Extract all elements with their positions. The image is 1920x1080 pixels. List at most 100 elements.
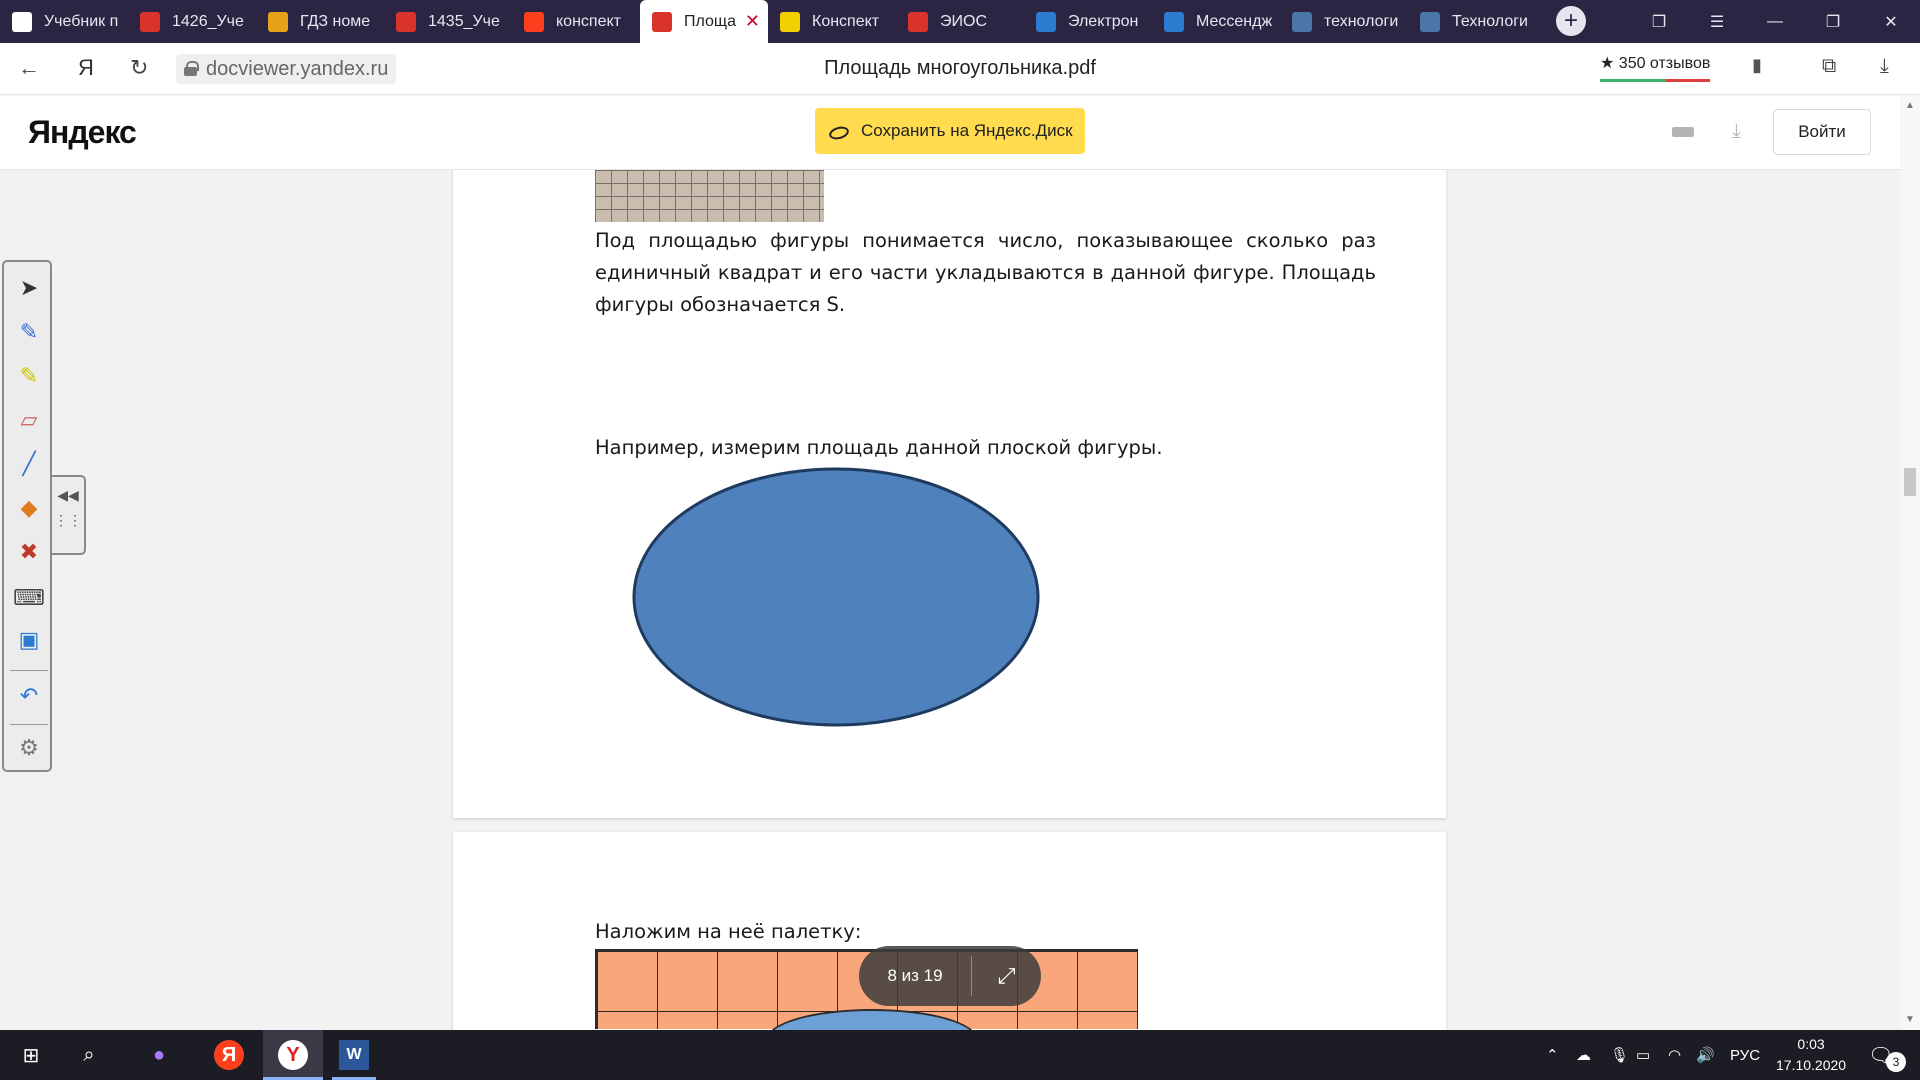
vk-icon [1420,11,1440,32]
collapse-icon[interactable]: ◀◀ [52,487,84,504]
battery-icon[interactable]: ▭ [1636,1030,1650,1080]
cloud-icon[interactable]: ☁ [1576,1030,1591,1080]
browser-tab[interactable]: 1435_Уче [384,0,512,43]
search-icon[interactable]: ⌕ [74,1040,104,1070]
tab-title: Учебник п [44,12,119,30]
reload-icon[interactable]: ↻ [130,55,148,81]
url-field[interactable]: docviewer.yandex.ru [176,54,397,84]
save-to-disk-button[interactable]: Сохранить на Яндекс.Диск [815,108,1085,154]
browser-tab[interactable]: Площа ✕ [640,0,768,43]
browser-tab[interactable]: конспект [512,0,640,43]
collections-icon[interactable]: ❐ [1630,0,1688,43]
browser-tab[interactable]: 1426_Уче [128,0,256,43]
windows-start-icon[interactable]: ⊞ [16,1040,46,1070]
new-tab-button[interactable]: + [1556,6,1586,36]
menu-icon[interactable]: ☰ [1688,0,1746,43]
taskbar-browser-active[interactable]: Y [263,1030,323,1080]
settings-icon[interactable]: ⚙ [15,734,43,762]
tab-title: конспект [556,12,621,30]
browser-tab[interactable]: Учебник п [0,0,128,43]
word-icon[interactable]: W [339,1040,369,1070]
tab-title: Технологи [1452,12,1528,30]
blue-ellipse-figure [632,467,1040,727]
paragraph-example: Например, измерим площадь данной плоской… [595,436,1163,459]
lock-icon [184,61,199,76]
notes-icon[interactable]: ▣ [15,626,43,654]
t-circle-icon [1036,11,1056,32]
pointer-icon[interactable]: ➤ [15,274,43,302]
tab-title: ЭИОС [940,12,987,30]
pdf-outline-icon [652,11,672,32]
annotation-toolbar: ➤ ✎ ✎ ▱ ╱ ◆ ✖ ⌨ ▣ ↶ ⚙ [2,260,52,772]
tab-title: Площа [684,12,736,30]
browser-tab[interactable]: Технологи [1408,0,1536,43]
yandex-icon [524,11,544,32]
undo-icon[interactable]: ↶ [15,682,43,710]
address-bar: ← Я ↻ docviewer.yandex.ru Площадь многоу… [0,43,1920,95]
scroll-thumb[interactable] [1904,468,1916,496]
scroll-up-arrow[interactable]: ▲ [1905,100,1915,111]
pen-icon[interactable]: ✎ [15,318,43,346]
microphone-icon[interactable]: 🎙 [1610,1030,1629,1080]
minimize-button[interactable]: — [1746,0,1804,43]
wifi-icon[interactable]: ◠ [1668,1030,1681,1080]
yandex-app-icon[interactable]: Я [214,1040,244,1070]
annotation-toolbar-handle[interactable]: ◀◀ ⋮⋮ [52,475,86,555]
close-window-button[interactable]: ✕ [1862,0,1920,43]
page-indicator: 8 из 19 ⤢ [859,946,1041,1006]
reviews-badge[interactable]: ★ 350 отзывов [1600,53,1711,82]
downloads-icon[interactable]: ⤓ [1880,55,1889,78]
yandex-home-icon[interactable]: Я [78,55,94,81]
drag-grip-icon[interactable]: ⋮⋮ [52,512,84,529]
browser-tab[interactable]: Электрон [1024,0,1152,43]
clear-icon[interactable]: ✖ [15,538,43,566]
clock-time: 0:03 [1797,1036,1825,1052]
close-tab-icon[interactable]: ✕ [745,11,760,32]
tab-title: ГДЗ номе [300,12,371,30]
tray-chevron-icon[interactable]: ⌃ [1546,1030,1559,1080]
logo-text: Яндекс [28,114,137,150]
extensions-icon[interactable]: ⧉ [1822,55,1836,78]
figure-under-palette [767,1009,977,1030]
toolbar-divider [10,724,48,725]
tab-strip: Учебник п 1426_Уче ГДЗ номе 1435_Уче конспек… [0,0,1920,43]
volume-icon[interactable]: 🔊 [1696,1030,1715,1080]
tab-title: Мессендж [1196,12,1272,30]
browser-tab[interactable]: ЭИОС [896,0,1024,43]
scroll-down-arrow[interactable]: ▼ [1905,1014,1915,1025]
restore-button[interactable]: ❐ [1804,0,1862,43]
clock[interactable]: 0:03 17.10.2020 [1776,1034,1846,1076]
print-icon[interactable] [1672,122,1694,144]
save-button-label: Сохранить на Яндекс.Диск [861,121,1073,140]
paragraph-palette: Наложим на неё палетку: [595,920,862,943]
tab-title: технологи [1324,12,1399,30]
chat-icon [1164,11,1184,32]
disk-icon [829,125,851,137]
yandex-browser-icon: Y [278,1040,308,1070]
document-viewport[interactable]: Под площадью фигуры понимается число, по… [0,170,1900,1030]
alice-icon[interactable]: ● [144,1040,174,1070]
language-indicator[interactable]: РУС [1730,1030,1760,1080]
back-arrow-icon[interactable]: ← [18,55,40,81]
line-icon[interactable]: ╱ [15,450,43,478]
document-icon [12,11,32,32]
yandex-logo[interactable]: Яндекс [28,114,137,151]
gdz-icon [268,11,288,32]
login-button[interactable]: Войти [1773,109,1871,155]
tab-title: Электрон [1068,12,1139,30]
highlighter-icon[interactable]: ✎ [15,362,43,390]
scrollbar[interactable]: ▲ ▼ [1900,96,1920,1030]
eraser-icon[interactable]: ▱ [15,406,43,434]
shapes-icon[interactable]: ◆ [15,494,43,522]
bookmark-icon[interactable]: ▮ [1752,55,1762,76]
browser-tab[interactable]: Мессендж [1152,0,1280,43]
browser-tab[interactable]: Конспект [768,0,896,43]
keyboard-icon[interactable]: ⌨ [13,584,45,612]
fullscreen-icon[interactable]: ⤢ [972,963,1041,989]
browser-tab[interactable]: технологи [1280,0,1408,43]
paragraph-area-definition: Под площадью фигуры понимается число, по… [595,229,1376,316]
download-icon[interactable]: ⤓ [1732,120,1741,143]
document-page: Под площадью фигуры понимается число, по… [453,170,1446,818]
browser-tab[interactable]: ГДЗ номе [256,0,384,43]
screen: Учебник п 1426_Уче ГДЗ номе 1435_Уче конспек… [0,0,1920,1080]
